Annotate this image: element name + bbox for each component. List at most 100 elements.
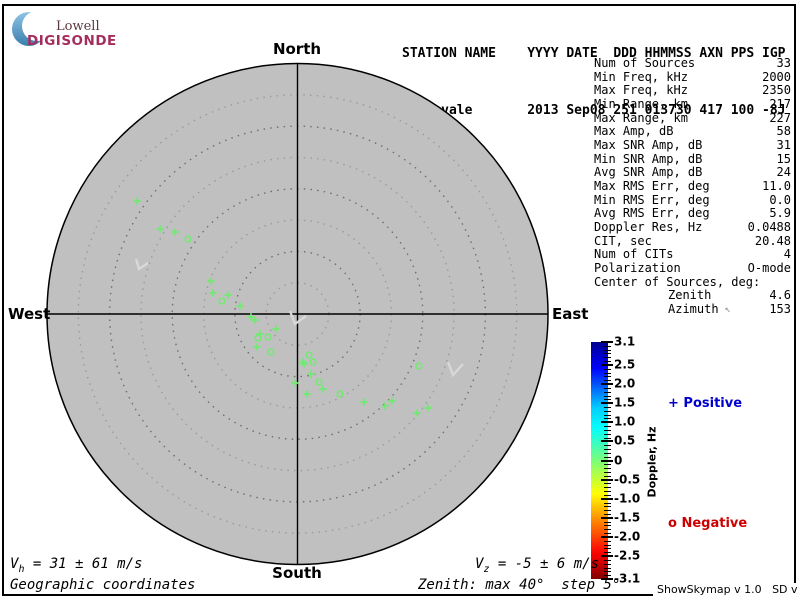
- colorbar-tick-label: 0: [614, 453, 622, 467]
- colorbar-tick-label: 1.5: [614, 396, 635, 410]
- horizontal-velocity-text: Vh = 31 ± 61 m/s: [10, 556, 142, 575]
- stat-value: 153: [769, 303, 791, 317]
- colorbar-minor-tick: [604, 445, 611, 446]
- colorbar-minor-tick: [604, 560, 611, 561]
- stat-label: Num of CITs: [594, 248, 673, 262]
- colorbar-minor-tick: [604, 376, 611, 377]
- stat-row: Avg RMS Err, deg 5.9: [594, 207, 791, 221]
- stat-row: PolarizationO-mode: [594, 262, 791, 276]
- colorbar-tick-label: 0.5: [614, 434, 635, 448]
- colorbar-minor-tick: [604, 449, 611, 450]
- stat-value: 15: [777, 153, 791, 167]
- colorbar-tick-label: -0.5: [614, 472, 640, 486]
- stat-value: 5.9: [769, 207, 791, 221]
- colorbar-minor-tick: [604, 506, 611, 507]
- stat-value: 2350: [762, 84, 791, 98]
- colorbar-minor-tick: [604, 487, 611, 488]
- stat-value: 20.48: [755, 235, 791, 249]
- compass-label-south: South: [272, 564, 322, 582]
- colorbar-minor-tick: [604, 388, 611, 389]
- stat-row: Min Freq, kHz 2000: [594, 71, 791, 85]
- colorbar-minor-tick: [604, 476, 611, 477]
- colorbar-minor-tick: [604, 491, 611, 492]
- stat-value: 2000: [762, 71, 791, 85]
- measurement-stats-panel: Num of Sources33Min Freq, kHz2000Max Fre…: [594, 57, 791, 316]
- colorbar-minor-tick: [604, 495, 611, 496]
- colorbar-minor-tick: [604, 430, 611, 431]
- colorbar-minor-tick: [604, 533, 611, 534]
- stat-value: 4.6: [769, 289, 791, 303]
- colorbar-tick-label: -2.5: [614, 549, 640, 563]
- stat-label: Avg RMS Err, deg: [594, 207, 710, 221]
- colorbar-minor-tick: [604, 399, 611, 400]
- stat-row: Azimuth↖153: [594, 303, 791, 317]
- colorbar-minor-tick: [604, 472, 611, 473]
- stat-label: Max Range, km: [594, 112, 688, 126]
- stat-label: Min Range, km: [594, 98, 688, 112]
- colorbar-minor-tick: [604, 396, 611, 397]
- colorbar-minor-tick: [604, 373, 611, 374]
- colorbar-minor-tick: [604, 453, 611, 454]
- colorbar-tick-label: -1.5: [614, 510, 640, 524]
- colorbar-minor-tick: [604, 568, 611, 569]
- colorbar-minor-tick: [604, 411, 611, 412]
- stat-value: 0.0488: [748, 221, 791, 235]
- colorbar-tick: [601, 440, 613, 442]
- colorbar-tick: [601, 536, 613, 538]
- skymap-window: Lowell DIGISONDE STATION NAME YYYY DATE …: [0, 0, 800, 600]
- colorbar-minor-tick: [604, 418, 611, 419]
- colorbar-tick: [601, 421, 613, 423]
- colorbar-tick: [601, 364, 613, 366]
- stat-value: 11.0: [762, 180, 791, 194]
- colorbar-tick: [601, 555, 613, 557]
- colorbar-minor-tick: [604, 514, 611, 515]
- stat-row: Max Freq, kHz 2350: [594, 84, 791, 98]
- colorbar-tick: [601, 460, 613, 462]
- compass-label-east: East: [552, 305, 588, 323]
- stat-row: Min Range, km 217: [594, 98, 791, 112]
- vh-value: = 31 ± 61 m/s: [24, 556, 142, 572]
- stat-row: Num of Sources33: [594, 57, 791, 71]
- colorbar-tick-label: -2.0: [614, 529, 640, 543]
- stat-row: Avg SNR Amp, dB 24: [594, 166, 791, 180]
- stat-value: 24: [777, 166, 791, 180]
- stat-value: 0.0: [769, 194, 791, 208]
- colorbar-minor-tick: [604, 434, 611, 435]
- stat-label: Avg SNR Amp, dB: [594, 166, 702, 180]
- colorbar-minor-tick: [604, 525, 611, 526]
- colorbar-minor-tick: [604, 548, 611, 549]
- colorbar-minor-tick: [604, 353, 611, 354]
- stat-value: 217: [769, 98, 791, 112]
- stat-row: Min RMS Err, deg0.0: [594, 194, 791, 208]
- stat-label: Min Freq, kHz: [594, 71, 688, 85]
- stat-label: Min SNR Amp, dB: [594, 153, 702, 167]
- colorbar-minor-tick: [604, 357, 611, 358]
- vz-value: = -5 ± 6 m/s: [489, 556, 599, 572]
- stat-row: Num of CITs 4: [594, 248, 791, 262]
- azimuth-direction-icon: ↖: [725, 303, 731, 317]
- colorbar-minor-tick: [604, 503, 611, 504]
- stat-value: 31: [777, 139, 791, 153]
- colorbar-tick: [601, 517, 613, 519]
- stat-label: Center of Sources, deg:: [594, 276, 760, 290]
- colorbar-tick-label: 2.0: [614, 376, 635, 390]
- coordinate-system-note: Geographic coordinates: [10, 577, 195, 593]
- zenith-range-note: Zenith: max 40° step 5°: [418, 577, 620, 593]
- stat-label: Zenith: [668, 289, 711, 303]
- colorbar-minor-tick: [604, 346, 611, 347]
- colorbar-minor-tick: [604, 438, 611, 439]
- colorbar-minor-tick: [604, 464, 611, 465]
- colorbar-minor-tick: [604, 392, 611, 393]
- colorbar-minor-tick: [604, 510, 611, 511]
- legend-negative: o Negative: [668, 516, 747, 531]
- stat-row: Min SNR Amp, dB 15: [594, 153, 791, 167]
- colorbar-tick: [601, 402, 613, 404]
- colorbar-minor-tick: [604, 457, 611, 458]
- colorbar-minor-tick: [604, 350, 611, 351]
- stat-label: CIT, sec: [594, 235, 652, 249]
- stat-label: Polarization: [594, 262, 681, 276]
- stat-label: Max Freq, kHz: [594, 84, 688, 98]
- stat-value: 4: [784, 248, 791, 262]
- colorbar-minor-tick: [604, 522, 611, 523]
- stat-label: Max Amp, dB: [594, 125, 673, 139]
